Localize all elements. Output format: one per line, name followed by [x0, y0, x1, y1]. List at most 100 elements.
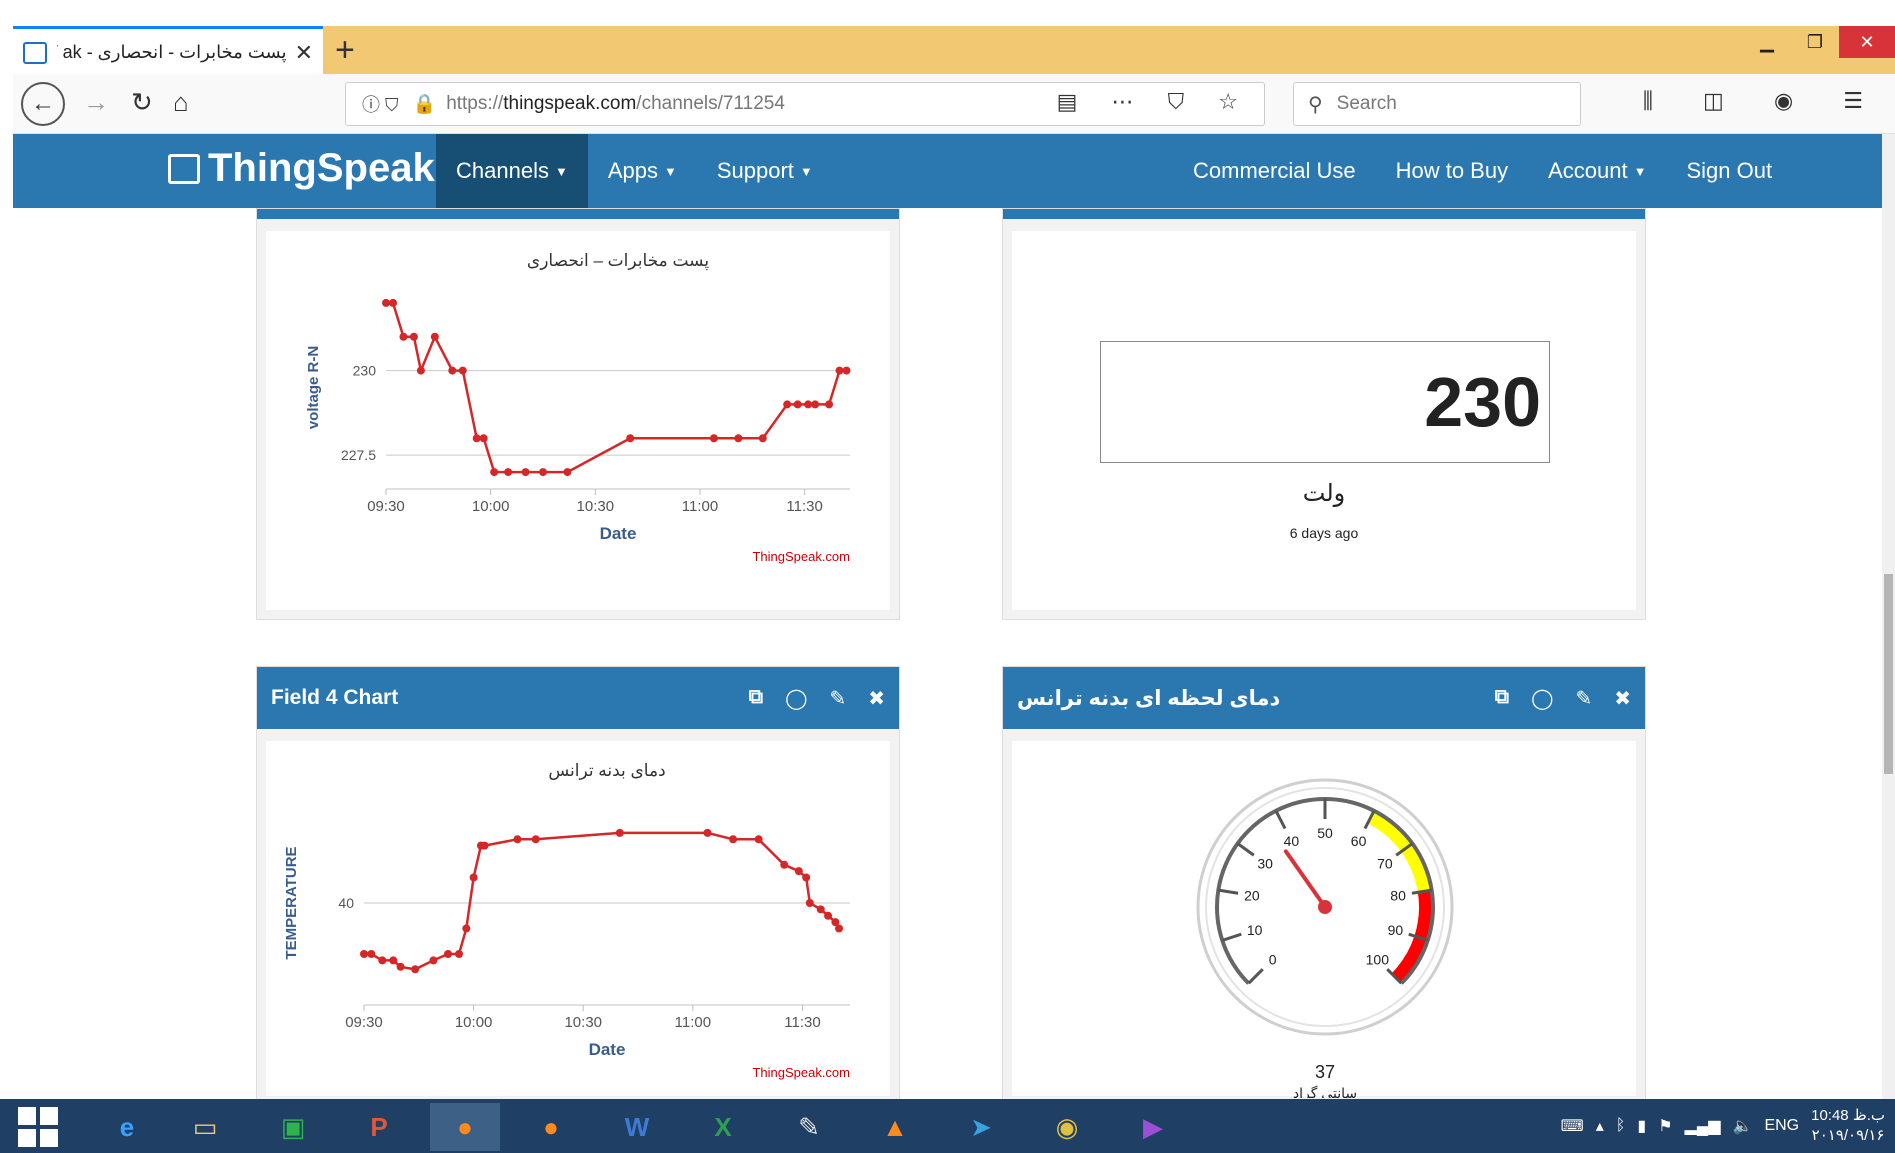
x-axis-label: Date — [600, 524, 637, 543]
data-point — [367, 950, 376, 958]
firefox-icon[interactable]: ● — [430, 1103, 500, 1151]
url-bar[interactable]: ⓘ ⛉ 🔒 https:// thingspeak.com /channels/… — [345, 82, 1265, 126]
chrome-icon[interactable]: ◉ — [1032, 1103, 1102, 1151]
minimize-icon[interactable]: ▁ — [1743, 26, 1791, 58]
data-point — [709, 434, 718, 443]
store-icon[interactable]: ▣ — [258, 1103, 328, 1151]
x-tick-label: 10:00 — [455, 1014, 493, 1031]
data-point — [416, 366, 425, 375]
nav-account[interactable]: Account ▼ — [1528, 134, 1666, 208]
gauge-tick-label: 20 — [1244, 887, 1260, 903]
gauge-tick-label: 0 — [1269, 951, 1277, 967]
logo-icon — [168, 153, 200, 184]
bluetooth-icon[interactable]: ᛒ — [1616, 1117, 1626, 1135]
search-input[interactable]: ⚲ Search — [1293, 82, 1581, 126]
clock[interactable]: 10:48 ب.ظ ۲۰۱۹/۰۹/۱۶ — [1811, 1106, 1885, 1146]
external-link-icon[interactable]: ⧉ — [749, 686, 763, 711]
toolbar-icons[interactable]: ⫼ ◫ ◉ ☰ — [1643, 88, 1885, 114]
nav-sign-out[interactable]: Sign Out — [1666, 134, 1792, 208]
page-actions-icons[interactable]: ▤ ⋯ ⛉ ☆ — [1057, 89, 1252, 115]
thingspeak-logo[interactable]: ThingSpeak ™ — [168, 146, 451, 191]
gauge-body: 0 10 20 30 40 50 60 70 80 90 100 37 سانتی گراد — [1012, 741, 1636, 1102]
field4-chart-header: Field 4 Chart ⧉ ◯ ✎ ✖ — [257, 667, 899, 729]
tool-icon[interactable]: ✎ — [774, 1103, 844, 1151]
panel-actions: ⧉ ◯ ✎ ✖ — [749, 686, 885, 711]
signal-icon[interactable]: ▂▄▆ — [1685, 1116, 1721, 1136]
caret-down-icon: ▼ — [1633, 163, 1647, 179]
data-point — [804, 400, 813, 409]
x-tick-label: 11:30 — [784, 1014, 820, 1031]
numeric-display-body: 230 ولت 6 days ago — [1012, 231, 1636, 610]
file-explorer-icon[interactable]: ▭ — [170, 1103, 240, 1151]
excel-icon[interactable]: X — [688, 1103, 758, 1151]
data-point — [504, 468, 513, 477]
clock-date: ۲۰۱۹/۰۹/۱۶ — [1811, 1127, 1885, 1144]
nav-right: Commercial Use How to Buy Account ▼ Sign … — [1173, 134, 1792, 208]
data-point — [842, 366, 851, 375]
word-icon[interactable]: W — [602, 1103, 672, 1151]
vlc-icon[interactable]: ▲ — [860, 1103, 930, 1151]
keyboard-icon[interactable]: ⌨ — [1561, 1116, 1584, 1136]
forward-arrow-icon[interactable]: → — [83, 82, 109, 122]
volume-icon[interactable]: 🔈 — [1733, 1116, 1753, 1136]
comment-icon[interactable]: ◯ — [785, 686, 807, 711]
edit-pencil-icon[interactable]: ✎ — [829, 686, 846, 711]
internet-explorer-icon[interactable]: e — [92, 1103, 162, 1151]
panel-header-strip — [257, 209, 899, 219]
back-arrow-icon[interactable]: ← — [21, 82, 65, 126]
data-point — [805, 899, 814, 907]
flag-icon[interactable]: ⚑ — [1658, 1116, 1672, 1136]
language-indicator[interactable]: ENG — [1764, 1117, 1799, 1135]
nav-channels-label: Channels — [456, 158, 549, 183]
gauge-tick-label: 30 — [1257, 856, 1273, 872]
visual-studio-icon[interactable]: ▶ — [1118, 1103, 1188, 1151]
browser-tab[interactable]: پست مخابرات - انحصاری - IoT ak ✕ — [13, 26, 323, 76]
nav-how-to-buy[interactable]: How to Buy — [1376, 134, 1529, 208]
telegram-icon[interactable]: ➤ — [946, 1103, 1016, 1151]
data-point — [472, 434, 481, 443]
power-icon[interactable]: ▮ — [1637, 1116, 1646, 1136]
data-point — [824, 911, 833, 920]
new-tab-button[interactable]: + — [335, 30, 355, 70]
page-scrollbar[interactable] — [1882, 134, 1895, 1099]
tab-bar: پست مخابرات - انحصاری - IoT ak ✕ + ▁ ❐ ✕ — [13, 26, 1895, 76]
data-point — [703, 828, 712, 837]
nav-commercial-use[interactable]: Commercial Use — [1173, 134, 1376, 208]
clock-time: 10:48 ب.ظ — [1811, 1107, 1885, 1124]
x-tick-label: 09:30 — [367, 498, 405, 515]
data-point — [563, 468, 572, 477]
home-icon[interactable]: ⌂ — [173, 82, 189, 122]
windows-taskbar: e ▭ ▣ P ● ● W X ✎ ▲ ➤ ◉ ▶ ⌨ ▴ ᛒ ▮ ⚑ ▂▄▆ … — [0, 1099, 1895, 1153]
nav-support[interactable]: Support ▼ — [697, 134, 833, 208]
gauge-tick-label: 40 — [1284, 833, 1300, 849]
temperature-line-chart: دمای بدنه ترانس 40 09:30 10:00 10:30 11:00 11:… — [283, 761, 850, 1080]
site-info-icon[interactable]: ⓘ ⛉ — [362, 91, 399, 117]
data-point — [758, 434, 767, 443]
numeric-display-panel: 230 ولت 6 days ago — [1002, 208, 1646, 620]
comment-icon[interactable]: ◯ — [1531, 686, 1553, 711]
firefox-alt-icon[interactable]: ● — [516, 1103, 586, 1151]
external-link-icon[interactable]: ⧉ — [1495, 686, 1509, 711]
y-tick-label: 40 — [338, 895, 354, 911]
scrollbar-thumb[interactable] — [1884, 574, 1893, 774]
tray-expand-icon[interactable]: ▴ — [1596, 1116, 1604, 1136]
close-window-icon[interactable]: ✕ — [1839, 26, 1895, 58]
data-point — [521, 468, 530, 477]
close-icon[interactable]: ✖ — [1614, 686, 1631, 711]
windows-start-icon[interactable] — [18, 1107, 58, 1147]
voltage-chart-panel: پست مخابرات – انحصاری 227.5 230 09:30 10:00 1… — [256, 208, 900, 620]
x-tick-label: 10:30 — [564, 1014, 602, 1031]
search-icon: ⚲ — [1308, 93, 1323, 116]
reload-icon[interactable]: ↻ — [131, 82, 153, 122]
edit-pencil-icon[interactable]: ✎ — [1575, 686, 1592, 711]
y-axis-label: voltage R-N — [305, 346, 322, 429]
x-tick-label: 10:00 — [472, 498, 510, 515]
nav-apps[interactable]: Apps ▼ — [588, 134, 697, 208]
tab-close-icon[interactable]: ✕ — [295, 40, 313, 66]
restore-icon[interactable]: ❐ — [1791, 26, 1839, 58]
close-icon[interactable]: ✖ — [868, 686, 885, 711]
powerpoint-icon[interactable]: P — [344, 1103, 414, 1151]
nav-channels[interactable]: Channels ▼ — [436, 134, 588, 208]
data-point — [388, 298, 397, 307]
y-tick-label: 230 — [353, 363, 377, 379]
